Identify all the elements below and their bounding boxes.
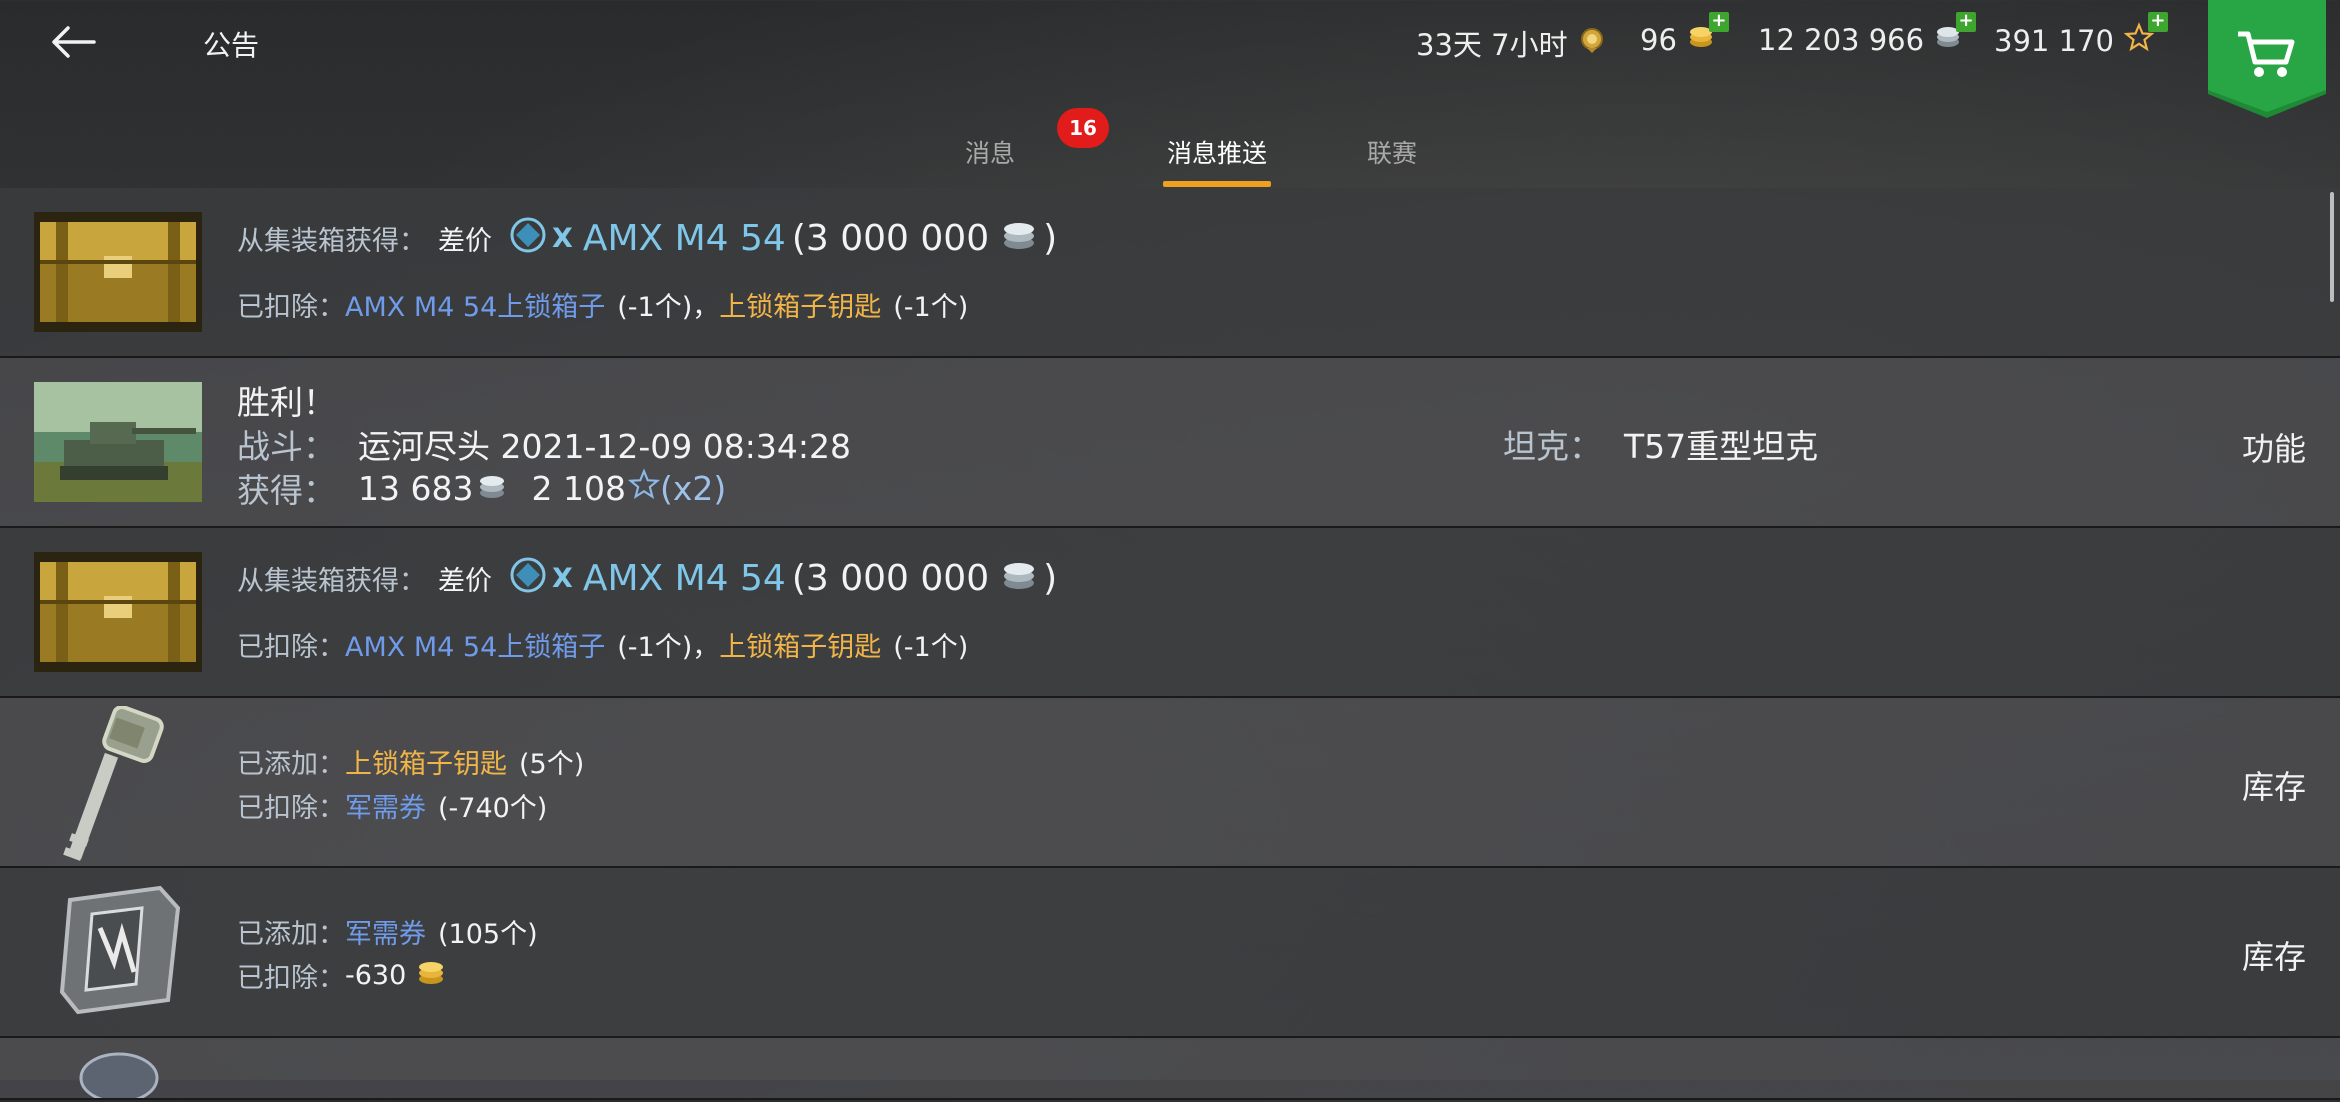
message-list[interactable]: 从集装箱获得： 差价 X AMX M4 54 (3 000 000 ) 已扣除：… xyxy=(0,188,2340,1102)
deducted-label: 已扣除： xyxy=(237,292,345,323)
added-label: 已添加： xyxy=(237,749,345,780)
tier-label: X xyxy=(552,223,573,254)
close-paren: ) xyxy=(1043,558,1058,599)
add-gold-icon[interactable]: + xyxy=(1708,12,1729,32)
tank-label: 坦克： xyxy=(1503,427,1602,466)
tab-messages[interactable]: 消息 xyxy=(965,134,1015,170)
list-item[interactable]: 胜利！ 战斗： 运河尽头 2021-12-09 08:34:28 获得： 13 … xyxy=(0,358,2340,528)
item-count: (-1个) xyxy=(617,292,693,323)
premium-time-text: 33天 7小时 xyxy=(1416,28,1568,62)
freexp-star-icon: + xyxy=(2123,12,2168,59)
deducted-label: 已扣除： xyxy=(237,963,345,994)
gold-deducted: -630 xyxy=(345,960,407,991)
gold-crate-image xyxy=(34,552,202,672)
credits-icon xyxy=(477,469,507,508)
freexp-balance[interactable]: 391 170 + xyxy=(1994,12,2168,59)
item-count: (-1个) xyxy=(617,632,693,663)
close-paren: ) xyxy=(1043,218,1058,259)
from-container-label: 从集装箱获得： xyxy=(237,226,426,257)
scrollbar[interactable] xyxy=(2330,192,2334,302)
voucher-ticket-icon xyxy=(56,880,186,1020)
locked-crate-link[interactable]: AMX M4 54上锁箱子 xyxy=(345,625,605,664)
gold-coin-icon: + xyxy=(1687,12,1729,57)
list-item[interactable]: 从集装箱获得： 差价 X AMX M4 54 (3 000 000 ) 已扣除：… xyxy=(0,528,2340,698)
premium-timer: 33天 7小时 xyxy=(1416,22,1606,64)
gold-value: 96 xyxy=(1640,22,1677,57)
crate-key-link[interactable]: 上锁箱子钥匙 xyxy=(719,285,881,324)
locked-crate-link[interactable]: AMX M4 54上锁箱子 xyxy=(345,285,605,324)
premium-icon xyxy=(1578,26,1606,61)
gold-coin-icon xyxy=(416,958,446,993)
battle-result: 胜利！ xyxy=(237,383,336,422)
tank-name-link[interactable]: AMX M4 54 xyxy=(583,218,786,259)
voucher-link[interactable]: 军需券 xyxy=(345,912,426,951)
top-bar: 公告 33天 7小时 96 + 12 203 966 + 391 170 + xyxy=(0,0,2340,118)
item-count: (5个) xyxy=(519,749,585,780)
item-count: (-1个) xyxy=(893,632,969,663)
gold-crate-image xyxy=(34,212,202,332)
shop-button[interactable] xyxy=(2208,0,2326,118)
partial-item-icon xyxy=(74,1048,164,1102)
item-count: (105个) xyxy=(438,919,538,950)
tab-push-messages[interactable]: 消息推送 xyxy=(1167,134,1267,170)
add-freexp-icon[interactable]: + xyxy=(2147,12,2168,32)
function-button[interactable]: 功能 xyxy=(2242,424,2306,470)
discount-label: 差价 xyxy=(438,566,492,597)
list-item[interactable] xyxy=(0,1038,2340,1102)
unread-badge: 16 xyxy=(1057,108,1109,148)
tank-name: T57重型坦克 xyxy=(1624,427,1819,466)
xp-multiplier: (x2) xyxy=(659,468,727,508)
active-tab-indicator xyxy=(1163,181,1271,187)
list-item[interactable]: 已添加： 上锁箱子钥匙 (5个) 已扣除： 军需券 (-740个) 库存 xyxy=(0,698,2340,868)
compensation-amount: (3 000 000 xyxy=(791,558,990,599)
battle-tank-image xyxy=(34,382,202,502)
tab-league[interactable]: 联赛 xyxy=(1367,134,1417,170)
earned-credits: 13 683 xyxy=(358,468,474,508)
inventory-button[interactable]: 库存 xyxy=(2242,932,2306,978)
tier-emblem-icon xyxy=(508,215,548,262)
tab-bar: 消息 消息推送 联赛 xyxy=(0,122,2340,188)
voucher-link[interactable]: 军需券 xyxy=(345,786,426,825)
tier-label: X xyxy=(552,563,573,594)
key-icon xyxy=(48,705,178,866)
list-item[interactable]: 从集装箱获得： 差价 X AMX M4 54 (3 000 000 ) 已扣除：… xyxy=(0,188,2340,358)
separator: ， xyxy=(692,632,720,663)
item-count: (-740个) xyxy=(438,793,548,824)
gold-balance[interactable]: 96 + xyxy=(1640,12,1729,57)
discount-label: 差价 xyxy=(438,226,492,257)
freexp-value: 391 170 xyxy=(1994,23,2114,58)
page-title: 公告 xyxy=(203,29,260,62)
deducted-label: 已扣除： xyxy=(237,793,345,824)
earned-xp: 2 108 xyxy=(531,468,626,508)
battle-info: 运河尽头 2021-12-09 08:34:28 xyxy=(358,427,851,466)
separator: ， xyxy=(692,292,720,323)
earned-label: 获得： xyxy=(237,471,336,510)
battle-label: 战斗： xyxy=(237,427,336,466)
credits-icon xyxy=(1001,559,1037,598)
credits-icon xyxy=(1001,219,1037,258)
credits-value: 12 203 966 xyxy=(1758,22,1925,57)
from-container-label: 从集装箱获得： xyxy=(237,566,426,597)
list-item[interactable]: 已添加： 军需券 (105个) 已扣除： -630 库存 xyxy=(0,868,2340,1038)
credits-balance[interactable]: 12 203 966 + xyxy=(1758,12,1977,57)
tier-emblem-icon xyxy=(508,555,548,602)
compensation-amount: (3 000 000 xyxy=(791,218,990,259)
added-label: 已添加： xyxy=(237,919,345,950)
xp-star-icon xyxy=(627,468,661,508)
back-arrow-icon[interactable] xyxy=(48,18,100,66)
credits-icon: + xyxy=(1934,12,1977,57)
add-credits-icon[interactable]: + xyxy=(1956,12,1977,32)
deducted-label: 已扣除： xyxy=(237,632,345,663)
item-count: (-1个) xyxy=(893,292,969,323)
tank-name-link[interactable]: AMX M4 54 xyxy=(583,558,786,599)
inventory-button[interactable]: 库存 xyxy=(2242,762,2306,808)
crate-key-link[interactable]: 上锁箱子钥匙 xyxy=(345,742,507,781)
crate-key-link[interactable]: 上锁箱子钥匙 xyxy=(719,625,881,664)
